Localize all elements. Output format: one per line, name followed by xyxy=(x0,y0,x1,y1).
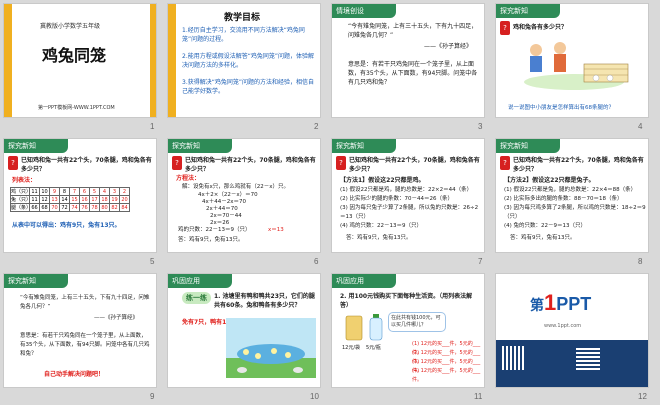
goal-1: 1.经历自主学习，交流用不同方法解决“鸡兔同笼”问题的过程。 xyxy=(182,27,305,43)
source: ——《孙子算经》 xyxy=(424,43,473,50)
question-icon: ? xyxy=(172,156,182,170)
pond-ducks-image xyxy=(226,318,316,378)
step-line: (2) 比实际少的腿的条数：70－44＝26（条） xyxy=(340,196,454,202)
step-line: (3) 因为每只兔子少算了2条腿，所以兔的只数是：26÷2＝13（只） xyxy=(340,205,479,220)
product-bottle-image xyxy=(369,314,383,341)
section-header: 巩固应用 xyxy=(332,274,396,288)
section-header: 探究新知 xyxy=(332,139,396,153)
logo: 第1PPT xyxy=(530,290,591,316)
step-line: (2) 比实际多出的腿的条数：88－70＝18（条） xyxy=(504,196,623,202)
step-answer: 答：鸡有9只，兔有13只。 xyxy=(346,235,412,241)
step-line: (3) 因为每只鸡多算了2条腿，所以鸡的只数是：18÷2＝9（只） xyxy=(504,205,646,220)
slide-8-thumbnail[interactable]: 探究新知 ? 已知鸡和兔一共有22个头，70条腿，鸡和兔各有多少只？ 【方法2】… xyxy=(495,138,649,253)
logo-url: www.1ppt.com xyxy=(544,323,582,329)
explain: 意思是：有若干只鸡兔同在一个笼子里，从上面数，有35个头，从下面数，有94只脚。… xyxy=(348,61,478,86)
slide-11-thumbnail[interactable]: 巩固应用 2. 用100元钱购买下面每种生活资。（用列表法解答） 在此共有钱10… xyxy=(331,273,485,388)
method-label: 列表法： xyxy=(12,177,37,184)
step-answer: 答：鸡有9只，兔有13只。 xyxy=(510,235,576,241)
bottom-question: 说一说图中小朋友是怎样算出有68条腿的？ xyxy=(508,105,614,111)
table-row: 鸡（只） 11 10 9 8 7 6 5 4 3 2 xyxy=(10,187,130,196)
slide-7-thumbnail[interactable]: 探究新知 ? 已知鸡和兔一共有22个头，70条腿，鸡和兔各有多少只？ 【方法1】… xyxy=(331,138,485,253)
question-icon: ? xyxy=(8,156,18,170)
section-header: 探究新知 xyxy=(496,4,560,18)
section-header: 探究新知 xyxy=(4,274,68,288)
slide-2-thumbnail[interactable]: 教学目标 1.经历自主学习，交流用不同方法解决“鸡兔同笼”问题的过程。 2.能用… xyxy=(167,3,321,118)
heading: 教学目标 xyxy=(224,13,261,23)
question-icon: ? xyxy=(336,156,346,170)
table-row: 兔（只） 11 12 13 14 15 16 17 18 19 20 xyxy=(10,195,130,204)
solution-answer: 答：鸡有9只，免有13只。 xyxy=(178,237,244,243)
product-bag-image xyxy=(345,315,363,341)
logo-big: 1 xyxy=(544,290,557,315)
table-row: 腿（条） 66 68 70 72 74 76 78 80 82 84 xyxy=(10,203,130,212)
answer-line: (4) 12元的买___件，5元的___件。 xyxy=(412,368,481,383)
logo-text: PPT xyxy=(556,294,592,314)
method-label: 【方法2】假设这22只都是兔子。 xyxy=(504,177,595,184)
slide-6-thumbnail[interactable]: 探究新知 ? 已知鸡和兔一共有22个头，70条腿，鸡和兔各有多少只？ 方程法： … xyxy=(167,138,321,253)
step-line: (1) 假设22只都是鸡，腿的总数是：22×2＝44（条） xyxy=(340,187,473,193)
action-text: 自己动手解决问题吧！ xyxy=(44,371,105,378)
method-label: 方程法： xyxy=(176,175,201,182)
explain: 意思是：有若干只鸡兔同在一个笼子里，从上面数，有35个头，从下面数，有94只脚。… xyxy=(20,333,150,357)
price-label: 5元/瓶 xyxy=(366,345,381,351)
quote: “今有雉兔同笼，上有三十五头，下有九十四足，问雉兔各几何？” xyxy=(348,23,478,39)
slide-9-thumbnail[interactable]: 探究新知 “今有雉兔同笼，上有三十五头，下有九十四足，问雉兔各几何？” ——《孙… xyxy=(3,273,157,388)
logo-small: 第 xyxy=(530,297,544,313)
question: 2. 用100元钱购买下面每种生活资。（用列表法解答） xyxy=(340,293,473,309)
quote: “今有雉兔同笼，上有三十五头，下有九十四足，问雉兔各几何？” xyxy=(20,295,150,310)
slide-number: 10 xyxy=(310,392,319,401)
qr-code xyxy=(576,346,600,370)
solution-line: 鸡的只数：22－13＝9（只） xyxy=(178,227,251,233)
question: 已知鸡和兔一共有22个头，70条腿，鸡和兔各有多少只？ xyxy=(185,157,316,173)
slide-12-thumbnail[interactable]: 第1PPT www.1ppt.com xyxy=(495,273,649,388)
question-icon: ? xyxy=(500,21,510,35)
source: ——《孙子算经》 xyxy=(94,315,139,321)
footer: 第一PPT模板网-WWW.1PPT.COM xyxy=(38,105,115,111)
section-header: 探究新知 xyxy=(168,139,232,153)
slide-number: 11 xyxy=(474,392,483,401)
kids-counting-image xyxy=(524,42,629,90)
subtitle: 冀教版小学数学五年级 xyxy=(40,23,101,30)
goal-3: 3.获得解决“鸡兔同笼”问题的方法和经验，相信自己能学好数学。 xyxy=(182,79,314,95)
section-header: 探究新知 xyxy=(496,139,560,153)
slide-number: 7 xyxy=(478,257,483,266)
slide-number: 12 xyxy=(638,392,647,401)
step-line: (4) 兔的只数：22－9＝13（只） xyxy=(504,223,587,229)
step-line: (4) 鸡的只数：22－13＝9（只） xyxy=(340,223,423,229)
section-header: 探究新知 xyxy=(4,139,68,153)
title: 鸡兔同笼 xyxy=(42,46,107,65)
footer-band xyxy=(496,340,648,387)
speech-bubble: 在此共有钱100元，可以买几件哪儿？ xyxy=(388,312,446,332)
question: 1. 池塘里有鸭和鸭共23只，它们的腿共有60条。兔和鸭各有多少只？ xyxy=(214,293,315,309)
practice-badge: 练一练 xyxy=(182,292,211,304)
price-label: 12元/袋 xyxy=(342,345,361,351)
question: 已知鸡和兔一共有22个头，70条腿，鸡和兔各有多少只？ xyxy=(21,157,152,173)
qr-code xyxy=(502,346,526,370)
slide-number: 8 xyxy=(638,257,643,266)
slide-10-thumbnail[interactable]: 巩固应用 练一练 1. 池塘里有鸭和鸭共23只，它们的腿共有60条。兔和鸭各有多… xyxy=(167,273,321,388)
method-label: 【方法1】假设这22只都是鸡。 xyxy=(340,177,425,184)
solution-line: x＝13 xyxy=(268,227,284,233)
slide-4-thumbnail[interactable]: 探究新知 ? 鸡和兔各有多少只？ 说一说图中小朋友是怎样算出有68条腿的？ xyxy=(495,3,649,118)
goal-2: 2.能用方程或假设法解答“鸡兔同笼”问题，体验解决问题方法的多样化。 xyxy=(182,53,314,69)
slide-number: 1 xyxy=(150,122,155,131)
step-line: (1) 假设22只都是兔，腿的总数是：22×4＝88（条） xyxy=(504,187,637,193)
question: 已知鸡和兔一共有22个头，70条腿，鸡和兔各有多少只？ xyxy=(349,157,480,173)
slide-number: 9 xyxy=(150,392,155,401)
section-header: 巩固应用 xyxy=(168,274,232,288)
question: 鸡和兔各有多少只？ xyxy=(513,24,568,31)
slide-number: 2 xyxy=(314,122,319,131)
answer: 从表中可以得出：鸡有9只，兔有13只。 xyxy=(12,222,121,229)
section-header: 情境创设 xyxy=(332,4,396,18)
slide-5-thumbnail[interactable]: 探究新知 ? 已知鸡和兔一共有22个头，70条腿，鸡和兔各有多少只？ 列表法： … xyxy=(3,138,157,253)
slide-number: 4 xyxy=(638,122,643,131)
data-table: 鸡（只） 11 10 9 8 7 6 5 4 3 2 兔（只） 11 12 13 14 15 16 17 18 19 2… xyxy=(10,187,130,212)
slide-1-thumbnail[interactable]: 冀教版小学数学五年级 鸡兔同笼 第一PPT模板网-WWW.1PPT.COM xyxy=(3,3,157,118)
slide-number: 6 xyxy=(314,257,319,266)
question-icon: ? xyxy=(500,156,510,170)
question: 已知鸡和兔一共有22个头，70条腿，鸡和兔各有多少只？ xyxy=(513,157,644,173)
slide-number: 3 xyxy=(478,122,483,131)
slide-3-thumbnail[interactable]: 情境创设 “今有雉兔同笼，上有三十五头，下有九十四足，问雉兔各几何？” ——《孙… xyxy=(331,3,485,118)
slide-number: 5 xyxy=(150,257,155,266)
